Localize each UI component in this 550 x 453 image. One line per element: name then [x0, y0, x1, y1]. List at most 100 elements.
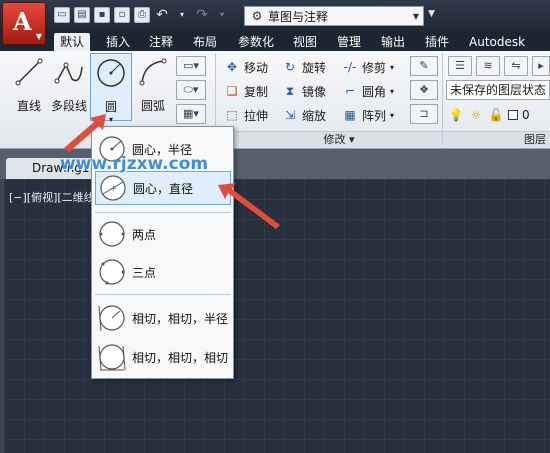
customize-qat-icon[interactable]: ▼	[428, 9, 435, 19]
save-icon[interactable]: ▪	[94, 7, 110, 23]
trim-tool[interactable]: -/- 修剪 ▾	[342, 57, 394, 77]
tab-output[interactable]: 输出	[375, 33, 411, 51]
tab-manage[interactable]: 管理	[331, 33, 367, 51]
polyline-icon	[54, 62, 83, 84]
line-icon	[15, 58, 43, 86]
lock-icon: 🔓	[488, 108, 504, 122]
erase-tool[interactable]: ✎	[410, 56, 438, 76]
undo-dropdown-icon[interactable]: ▾	[174, 7, 190, 23]
explode-tool[interactable]: ❖	[410, 80, 438, 100]
tab-annotate[interactable]: 注释	[143, 33, 179, 51]
chevron-down-icon[interactable]: ▾	[390, 111, 394, 120]
mirror-label: 镜像	[302, 84, 327, 99]
circle-icon	[97, 59, 125, 87]
menu-item-label: 圆心，直径	[133, 181, 194, 196]
ellipse-tool[interactable]: ⬭▾	[176, 80, 206, 100]
open-icon[interactable]: ▤	[74, 7, 90, 23]
layer-more-tool[interactable]: ▸	[532, 56, 550, 76]
tab-view[interactable]: 视图	[287, 33, 323, 51]
tab-default[interactable]: 默认	[54, 33, 91, 51]
hatch-tool[interactable]: ▦▾	[176, 104, 206, 124]
menu-item-tan-tan-tan[interactable]: 相切，相切，相切	[95, 340, 231, 374]
layer-state-tool[interactable]: ≋	[476, 56, 500, 76]
title-bar: ▭ ▤ ▪ ▫ ⎙ ↶ ▾ ↷ ▾ ⚙ 草图与注释 ▼ ▼	[0, 0, 550, 31]
current-layer-dropdown[interactable]: 💡 ☼ 🔓 0	[448, 105, 530, 125]
new-icon[interactable]: ▭	[54, 7, 70, 23]
copy-icon: ❏	[226, 84, 238, 98]
scale-tool[interactable]: ⇲ 缩放	[282, 105, 326, 125]
move-tool[interactable]: ✥ 移动	[224, 57, 268, 77]
redo-dropdown-icon[interactable]: ▾	[214, 7, 230, 23]
menu-item-label: 相切，相切，半径	[132, 311, 229, 326]
tab-layout[interactable]: 布局	[187, 33, 223, 51]
scale-icon: ⇲	[284, 108, 296, 122]
layers-panel-label[interactable]: 图层	[443, 131, 550, 147]
tan-tan-tan-icon	[98, 344, 126, 371]
array-icon: ▦	[344, 108, 356, 122]
menu-separator	[95, 294, 231, 295]
menu-item-label: 相切，相切，相切	[132, 350, 229, 365]
watermark-text: www.rjzxw.com	[60, 154, 209, 174]
modify-panel-label[interactable]: 修改 ▾	[236, 131, 442, 147]
chevron-down-icon[interactable]: ▾	[390, 87, 394, 96]
stretch-tool[interactable]: ⬚ 拉伸	[224, 105, 268, 125]
sun-icon: ☼	[470, 108, 482, 122]
print-icon[interactable]: ⎙	[134, 7, 150, 23]
chevron-down-icon: ▼	[35, 32, 42, 41]
application-menu-button[interactable]: A ▼	[2, 2, 46, 45]
lightbulb-icon: 💡	[448, 108, 464, 122]
menu-item-label: 三点	[132, 265, 157, 280]
pointer-arrow-icon	[64, 114, 106, 152]
autocad-logo-icon: A	[13, 7, 32, 36]
rotate-tool[interactable]: ↻ 旋转	[282, 57, 326, 77]
polyline-tool[interactable]: 多段线	[48, 53, 90, 115]
fillet-tool[interactable]: ⌐ 圆角 ▾	[342, 81, 394, 101]
scale-label: 缩放	[302, 108, 327, 123]
tab-plugins[interactable]: 插件	[419, 33, 455, 51]
pointer-arrow-icon	[218, 183, 280, 229]
workspace-dropdown[interactable]: ⚙ 草图与注释 ▼	[244, 6, 424, 26]
fillet-label: 圆角	[362, 84, 387, 99]
layer-properties-tool[interactable]: ☰	[448, 56, 472, 76]
undo-icon[interactable]: ↶	[154, 7, 170, 23]
color-swatch-icon	[508, 110, 518, 120]
tab-autodesk-360[interactable]: Autodesk 360	[463, 33, 550, 67]
stretch-label: 拉伸	[244, 108, 269, 123]
line-label: 直线	[16, 99, 41, 113]
redo-icon[interactable]: ↷	[194, 7, 210, 23]
center-diameter-icon: +	[100, 175, 126, 201]
layer-match-tool[interactable]: ⇋	[504, 56, 528, 76]
menu-item-label: 两点	[132, 227, 157, 242]
arc-label: 圆弧	[140, 99, 165, 113]
chevron-down-icon: ▼	[412, 11, 419, 21]
arc-tool[interactable]: 圆弧	[132, 53, 174, 115]
tab-insert[interactable]: 插入	[100, 33, 136, 51]
rectangle-tool[interactable]: ▭▾	[176, 56, 206, 76]
menu-separator	[95, 212, 231, 213]
mirror-tool[interactable]: ⧗ 镜像	[282, 81, 326, 101]
array-tool[interactable]: ▦ 阵列 ▾	[342, 105, 394, 125]
array-label: 阵列	[362, 108, 387, 123]
menu-item-3-point[interactable]: 三点	[95, 255, 231, 289]
menu-item-2-point[interactable]: 两点	[95, 217, 231, 251]
current-layer-name: 0	[522, 108, 530, 122]
arc-icon	[139, 58, 167, 86]
trim-label: 修剪	[362, 60, 387, 75]
chevron-down-icon[interactable]: ▾	[390, 63, 394, 72]
ribbon-tab-bar: 默认 插入 注释 布局 参数化 视图 管理 输出 插件 Autodesk 360	[0, 31, 550, 67]
rotate-label: 旋转	[302, 60, 327, 75]
line-tool[interactable]: 直线	[8, 53, 50, 115]
gear-icon: ⚙	[251, 9, 263, 23]
offset-tool[interactable]: ⊐	[410, 104, 438, 124]
quick-access-toolbar: ▭ ▤ ▪ ▫ ⎙ ↶ ▾ ↷ ▾	[54, 7, 230, 23]
copy-tool[interactable]: ❏ 复制	[224, 81, 268, 101]
menu-item-center-diameter[interactable]: + 圆心，直径	[95, 171, 231, 205]
fillet-icon: ⌐	[344, 84, 356, 98]
menu-item-tan-tan-radius[interactable]: 相切，相切，半径	[95, 301, 231, 335]
layer-state-dropdown[interactable]: 未保存的图层状态	[446, 80, 550, 100]
save-as-icon[interactable]: ▫	[114, 7, 130, 23]
trim-icon: -/-	[343, 60, 357, 74]
tab-parametric[interactable]: 参数化	[232, 33, 280, 51]
three-point-circle-icon	[99, 259, 125, 285]
tan-tan-radius-icon	[98, 305, 125, 332]
